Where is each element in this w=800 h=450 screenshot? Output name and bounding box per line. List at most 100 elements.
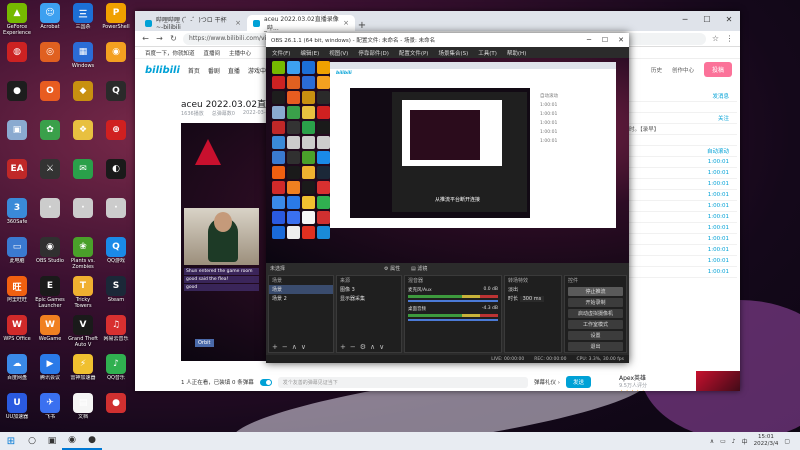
desktop-icon[interactable]: W WPS Office [1,315,33,353]
sidebar-value[interactable]: 自动滚动 [707,147,729,155]
desktop-icon[interactable]: · [67,198,99,236]
sidebar-value[interactable]: 1:00:01 [708,159,729,165]
desktop-icon[interactable]: ▶ 腾讯会议 [34,354,66,392]
desktop-icon[interactable]: Q QQ游戏 [100,237,132,275]
desktop-icon[interactable]: E Epic Games Launcher [34,276,66,314]
source-item[interactable]: 图像 3 [337,285,401,294]
sidebar-value[interactable]: 1:00:01 [708,181,729,187]
sidebar-value[interactable]: 1:00:01 [708,225,729,231]
nav-item[interactable]: 直播 [228,66,240,75]
desktop-icon[interactable]: ● [100,393,132,431]
chrome-taskbar-icon[interactable]: ◉ [62,432,82,450]
transition-select[interactable]: 淡出 [505,285,561,294]
filters-button[interactable]: ▤ 滤镜 [411,265,427,272]
stop-stream-button[interactable]: 停止推流 [568,287,623,296]
bookmark-item[interactable]: 百度一下，你就知道 [145,49,195,57]
sidebar-value[interactable]: 关注 [718,114,729,122]
desktop-icon[interactable]: ☺ Acrobat [34,3,66,41]
obs-taskbar-icon[interactable]: ● [82,432,102,450]
obs-menu-item[interactable]: 场景集合(S) [438,49,468,57]
ad-title[interactable]: Apex英雄 [619,373,646,382]
desktop-icon[interactable]: W WeGame [34,315,66,353]
star-icon[interactable]: ☆ [711,34,720,43]
desktop-icon[interactable]: ▣ [1,120,33,158]
ime-indicator[interactable]: 中 [742,437,748,446]
close-icon[interactable]: ✕ [718,11,740,27]
obs-menu-item[interactable]: 文件(F) [272,49,290,57]
desktop-icon[interactable]: Q [100,81,132,119]
desktop-icon[interactable]: ▲ GeForce Experience [1,3,33,41]
desktop-icon[interactable]: T Tricky Towers [67,276,99,314]
nav-item[interactable]: 首页 [188,66,200,75]
desktop-icon[interactable]: V Grand Theft Auto V [67,315,99,353]
bookmark-item[interactable]: 直播间 [204,49,221,57]
volume-icon[interactable]: ♪ [732,438,736,445]
desktop-icon[interactable]: ◉ [100,42,132,80]
minimize-icon[interactable]: ─ [581,33,597,47]
scene-toolbar[interactable]: +−∧∨ [272,343,310,351]
close-icon[interactable]: ✕ [613,33,629,47]
desktop-icon[interactable]: O [34,81,66,119]
desktop-icon[interactable]: ◍ [1,42,33,80]
nav-item[interactable]: 番剧 [208,66,220,75]
sidebar-value[interactable]: 1:00:01 [708,258,729,264]
obs-menu-item[interactable]: 工具(T) [478,49,497,57]
desktop-icon[interactable]: ◉ OBS Studio [34,237,66,275]
tab-video[interactable]: aceu 2022.03.02直播录像_哔... × [247,15,355,32]
clock[interactable]: 15:01 2022/3/4 [754,434,779,448]
volume-slider[interactable] [408,300,498,302]
desktop-icon[interactable]: ▦ Windows [67,42,99,80]
close-tab-icon[interactable]: × [235,19,241,27]
notification-icon[interactable]: ▢ [784,438,790,445]
network-icon[interactable]: ▭ [720,438,726,445]
bilibili-logo[interactable]: bilibili [145,65,180,76]
danmu-input[interactable]: 发个友善的弹幕见证当下 [277,376,529,388]
send-button[interactable]: 发送 [565,376,591,388]
virtual-camera-button[interactable]: 启动虚拟摄像机 [568,309,623,318]
scene-item[interactable]: 场景 2 [269,294,333,303]
creator-link[interactable]: 创作中心 [672,66,694,74]
history-link[interactable]: 历史 [651,66,662,74]
desktop-icon[interactable]: ▭ 此电脑 [1,237,33,275]
desktop-icon[interactable]: ◆ [67,81,99,119]
menu-icon[interactable]: ⋮ [725,34,734,43]
desktop-icon[interactable]: 3 360Safe [1,198,33,236]
desktop-icon[interactable]: ⚔ [34,159,66,197]
sidebar-value[interactable]: 1:00:01 [708,247,729,253]
desktop-icon[interactable]: ● [1,81,33,119]
ad-image[interactable] [696,371,740,391]
scene-item[interactable]: 场景 [269,285,333,294]
close-tab-icon[interactable]: × [343,19,349,27]
sidebar-value[interactable]: 1:00:01 [708,170,729,176]
desktop-icon[interactable]: ◎ [34,42,66,80]
desktop-icon[interactable]: ☁ 百度网盘 [1,354,33,392]
desktop-icon[interactable]: ⊕ [100,120,132,158]
start-button[interactable]: ⊞ [0,436,22,447]
upload-button[interactable]: 投稿 [703,62,732,77]
back-icon[interactable]: ← [141,34,150,43]
sidebar-value[interactable]: 1:00:01 [708,236,729,242]
exit-button[interactable]: 退出 [568,342,623,351]
obs-preview[interactable]: bilibili 从推流平台断开连接 自动滚动 1:00:01 1:00:01 1:0… [266,58,629,263]
sidebar-value[interactable]: 1:00:01 [708,192,729,198]
desktop-icon[interactable]: 旺阿里旺旺 [1,276,33,314]
sidebar-value[interactable]: 发消息 [712,92,729,100]
source-item[interactable]: 显示器采集 [337,294,401,303]
duration-input[interactable]: 300 ms [519,295,545,302]
desktop-icon[interactable]: ❀ Plants vs. Zombies [67,237,99,275]
desktop-icon[interactable]: U UU加速器 [1,393,33,431]
desktop-icon[interactable]: ✿ [34,120,66,158]
reload-icon[interactable]: ↻ [169,34,178,43]
etiquette-link[interactable]: 弹幕礼仪 › [534,378,560,386]
desktop-icon[interactable]: ◐ [100,159,132,197]
desktop-icon[interactable]: 三三国杀 [67,3,99,41]
forward-icon[interactable]: → [155,34,164,43]
obs-menu-item[interactable]: 帮助(H) [507,49,526,57]
props-button[interactable]: ⚙ 属性 [384,265,400,272]
volume-slider[interactable] [408,319,498,321]
minimize-icon[interactable]: ─ [674,11,696,27]
obs-menu-item[interactable]: 视图(V) [329,49,348,57]
studio-mode-button[interactable]: 工作室模式 [568,320,623,329]
desktop-icon[interactable]: ⚡ 雷神加速器 [67,354,99,392]
obs-menu-item[interactable]: 编辑(E) [300,49,319,57]
